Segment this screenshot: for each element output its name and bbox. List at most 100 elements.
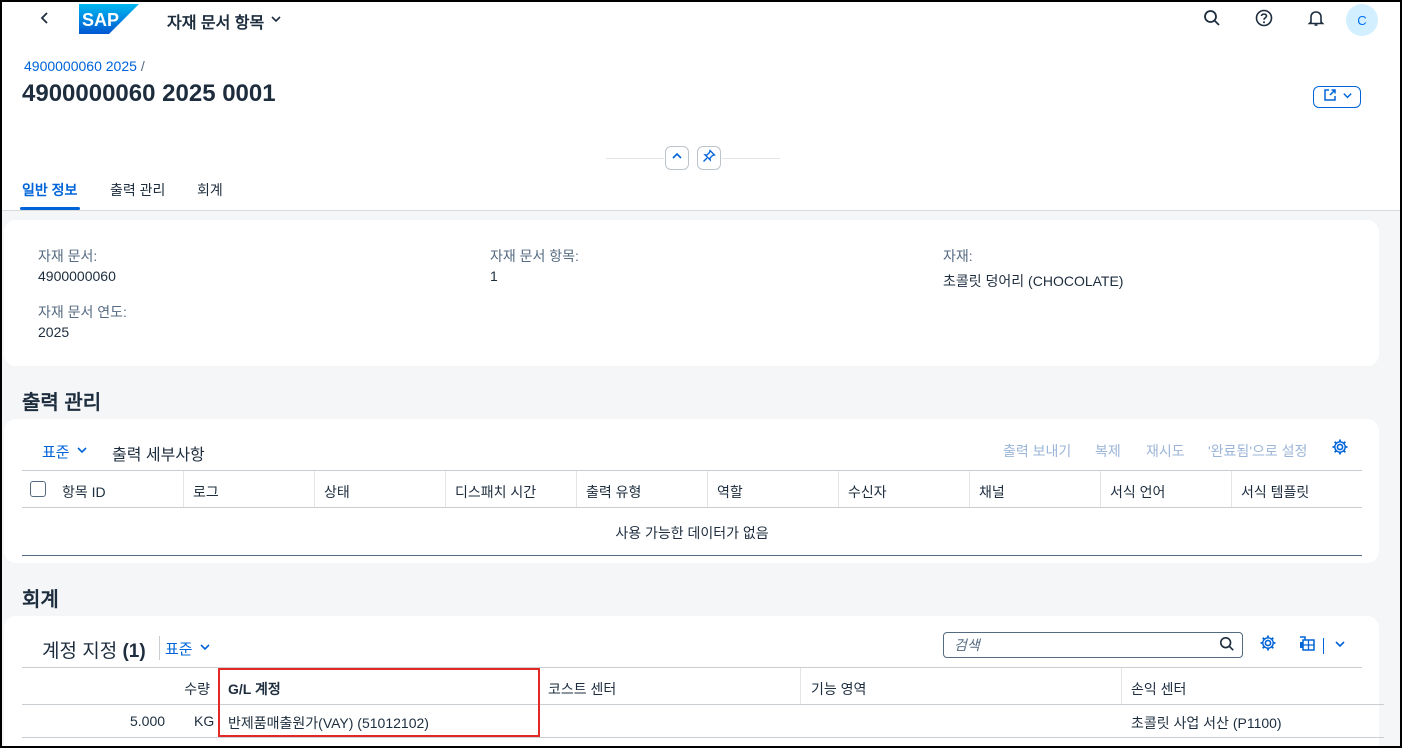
column-separator [1121, 668, 1122, 704]
column-header-role[interactable]: 역할 [717, 482, 743, 502]
column-separator [314, 471, 315, 507]
cell-gl-account: 반제품매출원가(VAY) (51012102) [228, 715, 429, 731]
column-separator [218, 668, 219, 704]
chevron-down-icon [1342, 88, 1353, 106]
tab-output-management[interactable]: 출력 관리 [110, 180, 165, 200]
object-page-header: 4900000060 2025/ 4900000060 2025 0001 일반… [0, 40, 1402, 211]
retry-button[interactable]: 재시도 [1146, 441, 1185, 461]
shell-bar: SAP 자재 문서 항목 C [0, 0, 1402, 40]
search-field[interactable] [943, 632, 1243, 658]
export-divider [1323, 638, 1324, 654]
column-header-dispatch-time[interactable]: 디스패치 시간 [455, 482, 536, 502]
export-spreadsheet-icon [1298, 634, 1316, 657]
search-button[interactable] [1200, 8, 1224, 32]
column-header-gl-account[interactable]: G/L 계정 [228, 679, 281, 699]
column-separator [445, 471, 446, 507]
user-avatar[interactable]: C [1346, 4, 1378, 36]
chevron-left-icon [39, 11, 51, 29]
collapse-header-button[interactable] [665, 146, 689, 170]
sap-logo[interactable]: SAP [79, 4, 139, 39]
tab-accounting[interactable]: 회계 [197, 180, 223, 200]
table-header-border [22, 507, 1362, 508]
table-border-top [22, 667, 1362, 668]
column-separator [183, 471, 184, 507]
column-header-output-type[interactable]: 출력 유형 [586, 482, 641, 502]
general-info-card: 자재 문서: 4900000060 자재 문서 항목: 1 자재: 초콜릿 덩어… [4, 220, 1379, 366]
breadcrumb-link[interactable]: 4900000060 2025 [24, 58, 137, 74]
table-border-top [22, 470, 1362, 471]
variant-label: 표준 [165, 641, 193, 658]
cell-profit-center: 초콜릿 사업 서산 (P1100) [1131, 715, 1282, 731]
table-header-border [22, 704, 1384, 705]
divider [606, 158, 664, 159]
column-separator [1100, 471, 1101, 507]
column-header-item-id[interactable]: 항목 ID [62, 482, 106, 502]
select-all-checkbox[interactable] [30, 481, 46, 497]
table-row-border [22, 737, 1384, 738]
active-tab-indicator [20, 207, 80, 210]
column-header-cost-center[interactable]: 코스트 센터 [548, 679, 616, 699]
export-menu-button[interactable] [1330, 636, 1350, 656]
divider [722, 158, 780, 159]
bell-icon [1307, 9, 1325, 32]
chevron-down-icon [1334, 637, 1346, 655]
svg-text:SAP: SAP [82, 10, 119, 30]
output-settings-button[interactable] [1330, 439, 1350, 459]
accounting-settings-button[interactable] [1258, 635, 1278, 655]
cell-quantity: 5.000 [130, 713, 166, 729]
search-input[interactable] [952, 636, 1212, 654]
column-separator [576, 471, 577, 507]
column-header-log[interactable]: 로그 [193, 482, 219, 502]
account-assignment-title-text: 계정 지정 [42, 641, 118, 662]
gear-icon [1259, 634, 1277, 657]
gear-icon [1331, 438, 1349, 461]
field-label-material-document: 자재 문서: [38, 248, 98, 264]
field-value-material-document: 4900000060 [38, 268, 116, 284]
chevron-up-icon [671, 149, 683, 167]
column-separator [969, 471, 970, 507]
search-icon [1203, 9, 1221, 32]
duplicate-button[interactable]: 복제 [1095, 441, 1121, 461]
pin-header-button[interactable] [697, 146, 721, 170]
column-header-functional-area[interactable]: 기능 영역 [811, 679, 866, 699]
column-header-recipient[interactable]: 수신자 [848, 482, 887, 502]
column-separator [1231, 471, 1232, 507]
accounting-variant-selector[interactable]: 표준 [165, 638, 211, 659]
column-separator [838, 471, 839, 507]
section-title-output-management: 출력 관리 [22, 392, 102, 414]
column-header-profit-center[interactable]: 손익 센터 [1131, 679, 1186, 699]
field-label-material: 자재: [943, 248, 973, 264]
app-title: 자재 문서 항목 [167, 15, 265, 32]
cell-unit: KG [194, 713, 215, 729]
search-submit-button[interactable] [1218, 636, 1236, 655]
share-icon [1322, 87, 1338, 108]
account-assignment-count: (1) [122, 641, 146, 662]
tab-general-info[interactable]: 일반 정보 [22, 180, 77, 200]
set-completed-button[interactable]: '완료됨'으로 설정 [1208, 441, 1307, 461]
column-header-channel[interactable]: 채널 [979, 482, 1005, 502]
chevron-down-icon [270, 12, 282, 30]
column-header-quantity[interactable]: 수량 [22, 679, 210, 699]
notifications-button[interactable] [1304, 8, 1328, 32]
no-data-message: 사용 가능한 데이터가 없음 [615, 525, 769, 541]
table-border-bottom [22, 555, 1362, 556]
share-button[interactable] [1313, 86, 1361, 108]
breadcrumb: 4900000060 2025/ [24, 58, 145, 74]
pin-icon [702, 148, 716, 168]
field-label-material-document-year: 자재 문서 연도: [38, 304, 127, 320]
app-title-menu[interactable]: 자재 문서 항목 [167, 9, 282, 33]
back-button[interactable] [34, 9, 56, 31]
field-value-material-document-year: 2025 [38, 324, 70, 340]
chevron-down-icon [199, 640, 211, 657]
export-button[interactable] [1297, 635, 1317, 655]
column-header-form-language[interactable]: 서식 언어 [1110, 482, 1165, 502]
section-title-accounting: 회계 [22, 589, 59, 611]
help-button[interactable] [1252, 8, 1276, 32]
column-header-form-template[interactable]: 서식 템플릿 [1241, 482, 1309, 502]
field-value-material: 초콜릿 덩어리 (CHOCOLATE) [943, 273, 1124, 289]
help-icon [1255, 9, 1273, 32]
send-output-button[interactable]: 출력 보내기 [1003, 441, 1071, 461]
output-variant-selector[interactable]: 표준 [42, 441, 88, 462]
column-header-status[interactable]: 상태 [324, 482, 350, 502]
column-separator [800, 668, 801, 704]
